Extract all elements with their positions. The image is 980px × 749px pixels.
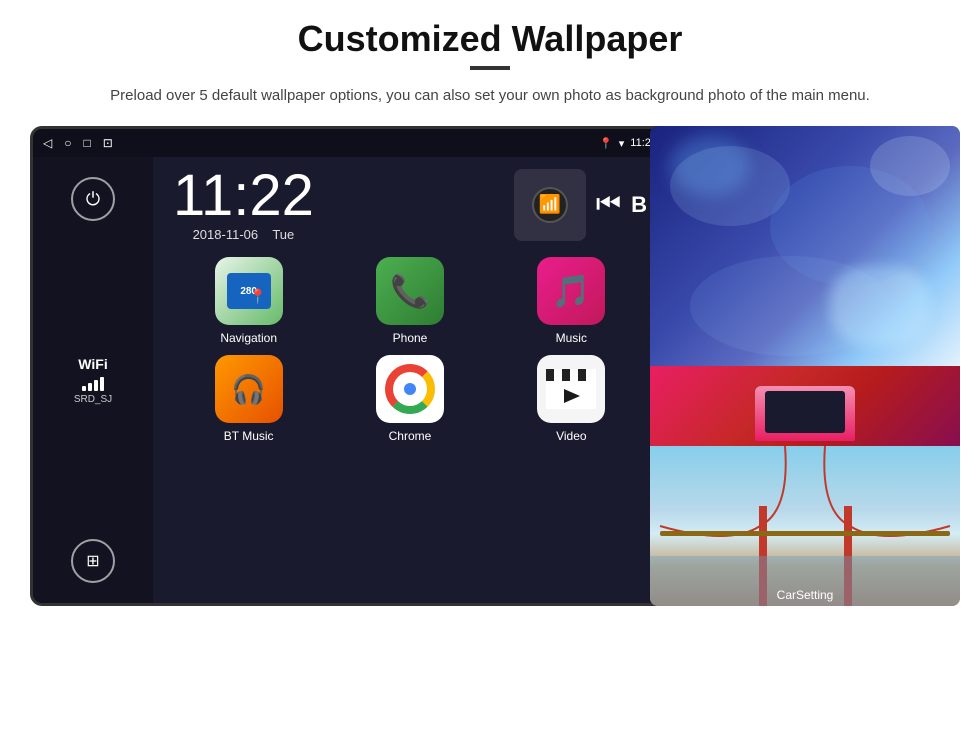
wifi-bars (74, 375, 112, 391)
bridge-cables-svg (650, 446, 960, 606)
page-description: Preload over 5 default wallpaper options… (110, 84, 870, 108)
nav-pin-icon: 📍 (249, 288, 266, 305)
apps-grid-icon: ⊞ (86, 551, 99, 571)
prev-track-button[interactable]: ⏮ (596, 188, 621, 221)
clock-date: 2018-11-06 Tue (173, 227, 314, 242)
wifi-widget-icon: 📶 (532, 187, 568, 223)
status-bar: ◁ ○ □ ⊡ 📍 ▾ 11:22 (33, 129, 667, 157)
video-clapboard-icon (546, 369, 596, 409)
app-grid: 280 📍 Navigation 📞 Phone (163, 252, 657, 448)
wifi-ssid: SRD_SJ (74, 394, 112, 405)
back-icon[interactable]: ◁ (43, 136, 52, 150)
location-icon: 📍 (599, 137, 613, 150)
list-item: Chrome (334, 355, 485, 443)
sidebar: ⏻ WiFi SRD_SJ ⊞ (33, 157, 153, 603)
phone-app-icon[interactable]: 📞 (376, 257, 444, 325)
pink-screen (765, 391, 845, 433)
bluetooth-icon: 🎧 (231, 373, 266, 406)
clock-date-value: 2018-11-06 (193, 227, 259, 242)
list-item: 🎵 Music (496, 257, 647, 345)
media-icons: 📶 ⏮ B (514, 169, 647, 241)
wifi-bar-1 (82, 386, 86, 391)
phone-icon: 📞 (390, 272, 430, 310)
chrome-icon (385, 364, 435, 414)
list-item: 🎧 BT Music (173, 355, 324, 443)
power-button[interactable]: ⏻ (71, 177, 115, 221)
wifi-bar-2 (88, 383, 92, 391)
signal-icon: 📶 (539, 194, 561, 215)
home-icon[interactable]: ○ (64, 136, 71, 150)
list-item: 📞 Phone (334, 257, 485, 345)
main-screen-area: 11:22 2018-11-06 Tue 📶 (153, 157, 667, 603)
media-widget[interactable]: 📶 (514, 169, 586, 241)
list-item: Video (496, 355, 647, 443)
ice-crystal-svg (650, 126, 960, 366)
nav-sign: 280 📍 (227, 273, 271, 309)
status-right: 📍 ▾ 11:22 (599, 137, 657, 150)
clock-area: 11:22 2018-11-06 Tue 📶 (163, 157, 657, 252)
page-wrapper: Customized Wallpaper Preload over 5 defa… (0, 0, 980, 749)
screen-content: ⏻ WiFi SRD_SJ ⊞ (33, 157, 667, 603)
clock-section: 11:22 2018-11-06 Tue (173, 167, 314, 242)
chrome-inner-circle (400, 379, 420, 399)
status-left: ◁ ○ □ ⊡ (43, 136, 113, 150)
chrome-app-icon[interactable] (376, 355, 444, 423)
navigation-label: Navigation (220, 331, 277, 345)
music-app-icon[interactable]: 🎵 (537, 257, 605, 325)
page-title: Customized Wallpaper (298, 18, 683, 60)
wifi-info: WiFi SRD_SJ (74, 356, 112, 405)
wifi-signal-icon: ▾ (619, 137, 625, 150)
wallpaper-ice-cave[interactable] (650, 126, 960, 366)
wallpaper-previews: CarSetting (650, 126, 960, 606)
video-label: Video (556, 429, 586, 443)
btmusic-app-icon[interactable]: 🎧 (215, 355, 283, 423)
video-app-icon[interactable] (537, 355, 605, 423)
wifi-bar-4 (100, 377, 104, 391)
wallpaper-bridge[interactable]: CarSetting (650, 446, 960, 606)
apps-drawer-button[interactable]: ⊞ (71, 539, 115, 583)
music-icon: 🎵 (551, 272, 591, 310)
title-divider (470, 66, 510, 70)
chrome-label: Chrome (389, 429, 432, 443)
pink-device-widget (755, 386, 855, 441)
carsetting-label: CarSetting (777, 588, 834, 602)
clock-time: 11:22 (173, 167, 314, 225)
music-label: Music (556, 331, 587, 345)
content-area: ◁ ○ □ ⊡ 📍 ▾ 11:22 ⏻ (30, 126, 950, 606)
next-track-label[interactable]: B (631, 192, 647, 218)
device-mockup: ◁ ○ □ ⊡ 📍 ▾ 11:22 ⏻ (30, 126, 670, 606)
list-item: 280 📍 Navigation (173, 257, 324, 345)
screenshot-icon[interactable]: ⊡ (103, 136, 113, 150)
wifi-label: WiFi (74, 356, 112, 372)
btmusic-label: BT Music (224, 429, 274, 443)
wifi-bar-3 (94, 380, 98, 391)
recent-icon[interactable]: □ (83, 136, 90, 150)
power-icon: ⏻ (86, 189, 100, 210)
navigation-app-icon[interactable]: 280 📍 (215, 257, 283, 325)
clock-day-value: Tue (272, 227, 294, 242)
phone-label: Phone (393, 331, 428, 345)
wallpaper-pink-device[interactable] (650, 366, 960, 446)
